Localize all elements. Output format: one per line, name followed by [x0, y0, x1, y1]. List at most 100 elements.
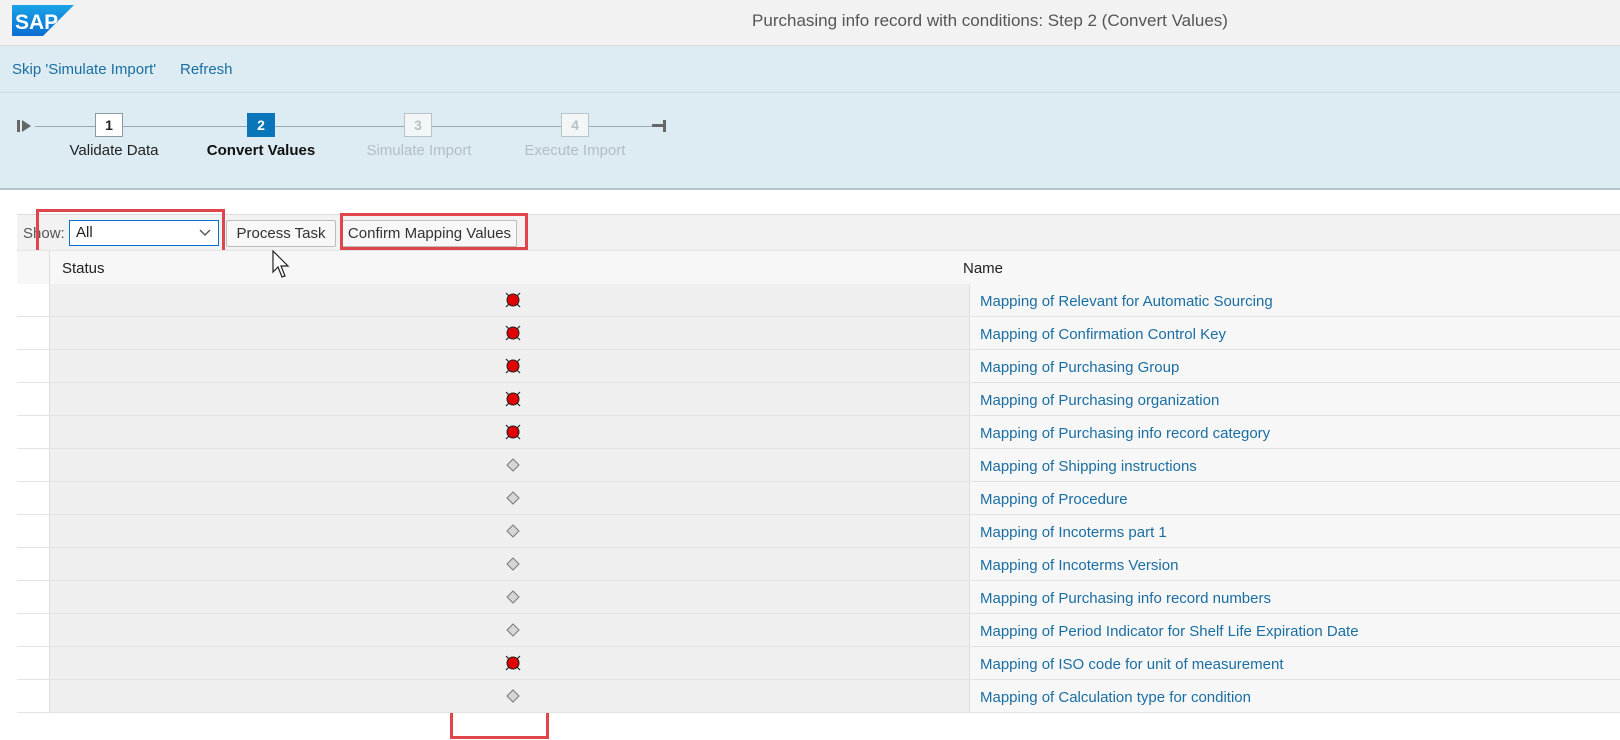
name-cell: Mapping of Confirmation Control Key [970, 317, 1620, 349]
sap-logo[interactable]: SAP [12, 5, 74, 36]
filter-bar: Show: All Process Task Confirm Mapping V… [17, 214, 1620, 251]
inactive-status-icon [506, 623, 520, 637]
row-selector[interactable] [17, 383, 50, 416]
confirm-mapping-values-button[interactable]: Confirm Mapping Values [342, 220, 517, 247]
mapping-task-link[interactable]: Mapping of Incoterms Version [980, 557, 1178, 574]
status-cell [50, 350, 970, 382]
table-row[interactable]: Mapping of Incoterms Version [17, 548, 1620, 581]
sap-logo-text: SAP [15, 11, 58, 34]
name-cell: Mapping of Incoterms Version [970, 548, 1620, 580]
row-selector[interactable] [17, 581, 50, 614]
name-cell: Mapping of Relevant for Automatic Sourci… [970, 284, 1620, 316]
show-label: Show: [23, 225, 65, 242]
select-all-cell[interactable] [17, 251, 50, 284]
row-selector[interactable] [17, 449, 50, 482]
table-row[interactable]: Mapping of Calculation type for conditio… [17, 680, 1620, 713]
status-cell [50, 614, 970, 646]
name-cell: Mapping of Purchasing info record number… [970, 581, 1620, 613]
inactive-status-icon [506, 491, 520, 505]
status-cell [50, 416, 970, 448]
row-selector[interactable] [17, 515, 50, 548]
error-status-icon [505, 655, 521, 671]
table-row[interactable]: Mapping of Shipping instructions [17, 449, 1620, 482]
table-row[interactable]: Mapping of Purchasing info record number… [17, 581, 1620, 614]
status-cell [50, 482, 970, 514]
roadmap-step-3: 3 [404, 113, 432, 137]
name-cell: Mapping of Period Indicator for Shelf Li… [970, 614, 1620, 646]
column-header-name[interactable]: Name [963, 260, 1003, 277]
page-title: Purchasing info record with conditions: … [752, 11, 1228, 30]
mapping-task-link[interactable]: Mapping of Shipping instructions [980, 458, 1197, 475]
table-row[interactable]: Mapping of Purchasing info record catego… [17, 416, 1620, 449]
row-selector[interactable] [17, 350, 50, 383]
inactive-status-icon [506, 524, 520, 538]
mapping-task-link[interactable]: Mapping of Purchasing Group [980, 359, 1179, 376]
row-selector[interactable] [17, 548, 50, 581]
status-cell [50, 680, 970, 712]
mapping-task-link[interactable]: Mapping of Period Indicator for Shelf Li… [980, 623, 1359, 640]
inactive-status-icon [506, 689, 520, 703]
roadmap-step-1-label[interactable]: Validate Data [34, 142, 194, 159]
roadmap-step-2-label[interactable]: Convert Values [181, 142, 341, 159]
inactive-status-icon [506, 557, 520, 571]
status-cell [50, 317, 970, 349]
name-cell: Mapping of Purchasing organization [970, 383, 1620, 415]
table-row[interactable]: Mapping of Period Indicator for Shelf Li… [17, 614, 1620, 647]
roadmap-step-1[interactable]: 1 [95, 113, 123, 137]
roadmap-step-4-label: Execute Import [524, 142, 626, 159]
mapping-table: Status Name Mapping of Relevant for Auto… [17, 250, 1620, 740]
show-dropdown[interactable]: All [69, 220, 219, 246]
name-cell: Mapping of Calculation type for conditio… [970, 680, 1620, 712]
inactive-status-icon [506, 458, 520, 472]
row-selector[interactable] [17, 416, 50, 449]
name-cell: Mapping of Purchasing Group [970, 350, 1620, 382]
row-selector[interactable] [17, 482, 50, 515]
skip-simulate-import-link[interactable]: Skip 'Simulate Import' [12, 61, 156, 78]
name-cell: Mapping of Purchasing info record catego… [970, 416, 1620, 448]
status-cell [50, 449, 970, 481]
roadmap-step-3-label: Simulate Import [366, 142, 472, 159]
mapping-task-link[interactable]: Mapping of Purchasing info record number… [980, 590, 1271, 607]
table-row[interactable]: Mapping of Purchasing organization [17, 383, 1620, 416]
mapping-task-link[interactable]: Mapping of Incoterms part 1 [980, 524, 1167, 541]
row-selector[interactable] [17, 317, 50, 350]
show-dropdown-value: All [76, 224, 93, 241]
status-cell [50, 548, 970, 580]
roadmap-end-icon [652, 120, 666, 132]
status-cell [50, 284, 970, 316]
table-row[interactable]: Mapping of Procedure [17, 482, 1620, 515]
table-row[interactable]: Mapping of Relevant for Automatic Sourci… [17, 284, 1620, 317]
table-row[interactable]: Mapping of ISO code for unit of measurem… [17, 647, 1620, 680]
refresh-link[interactable]: Refresh [180, 61, 233, 78]
shell-header: SAP Purchasing info record with conditio… [0, 0, 1620, 46]
roadmap-line [35, 126, 652, 127]
table-row[interactable]: Mapping of Incoterms part 1 [17, 515, 1620, 548]
row-selector[interactable] [17, 614, 50, 647]
status-cell [50, 647, 970, 679]
error-status-icon [505, 424, 521, 440]
table-row[interactable]: Mapping of Confirmation Control Key [17, 317, 1620, 350]
name-cell: Mapping of Incoterms part 1 [970, 515, 1620, 547]
mapping-task-link[interactable]: Mapping of Procedure [980, 491, 1128, 508]
mapping-task-link[interactable]: Mapping of Calculation type for conditio… [980, 689, 1251, 706]
row-selector[interactable] [17, 284, 50, 317]
roadmap-step-2[interactable]: 2 [247, 113, 275, 137]
status-cell [50, 383, 970, 415]
row-selector[interactable] [17, 680, 50, 713]
chevron-down-icon[interactable] [198, 224, 212, 240]
process-task-button[interactable]: Process Task [226, 220, 336, 247]
mapping-task-link[interactable]: Mapping of Confirmation Control Key [980, 326, 1226, 343]
mapping-task-link[interactable]: Mapping of ISO code for unit of measurem… [980, 656, 1284, 673]
roadmap-start-icon [17, 120, 31, 132]
table-row[interactable]: Mapping of Purchasing Group [17, 350, 1620, 383]
mapping-task-link[interactable]: Mapping of Relevant for Automatic Sourci… [980, 293, 1273, 310]
mapping-task-link[interactable]: Mapping of Purchasing organization [980, 392, 1219, 409]
row-selector[interactable] [17, 647, 50, 680]
mapping-task-link[interactable]: Mapping of Purchasing info record catego… [980, 425, 1270, 442]
toolbar: Skip 'Simulate Import' Refresh [0, 46, 1620, 93]
roadmap: 1 Validate Data 2 Convert Values 3 Simul… [0, 93, 1620, 190]
inactive-status-icon [506, 590, 520, 604]
column-header-status[interactable]: Status [62, 260, 105, 277]
error-status-icon [505, 391, 521, 407]
name-cell: Mapping of ISO code for unit of measurem… [970, 647, 1620, 679]
